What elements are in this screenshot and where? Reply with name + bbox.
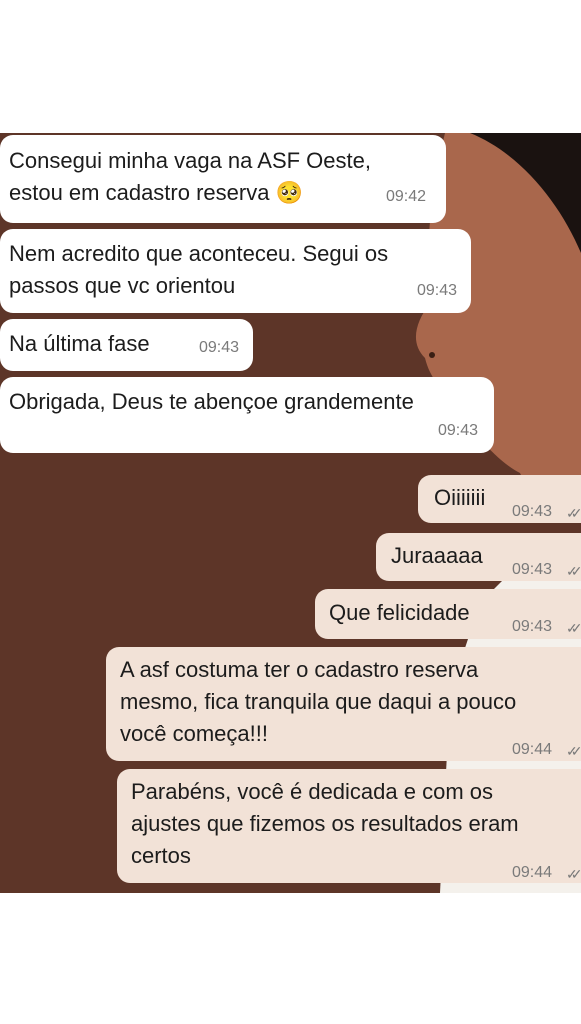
double-check-icon: ✓✓ [566,563,581,579]
message-bubble[interactable]: Juraaaaa 09:43 ✓✓ [376,533,581,581]
message-text: Obrigada, Deus te abençoe grandemente [9,389,414,414]
message-text: A asf costuma ter o cadastro reserva mes… [120,657,517,746]
message-time: 09:44 [512,741,553,758]
message-time: 09:43 [416,282,457,299]
message-text: Oiiiiiii [434,485,486,510]
message-text: Que felicidade [329,600,470,625]
message-time: 09:43 [198,339,239,356]
message-bubble[interactable]: A asf costuma ter o cadastro reserva mes… [106,647,581,761]
message-bubble[interactable]: Consegui minha vaga na ASF Oeste, estou … [0,135,446,223]
message-text: Juraaaaa [391,543,483,568]
message-time: 09:43 [512,618,553,635]
message-text: Na última fase [9,331,150,356]
message-bubble[interactable]: Oiiiiiii 09:43 ✓✓ [418,475,581,523]
message-bubble[interactable]: Nem acredito que aconteceu. Segui os pas… [0,229,471,313]
message-text: Parabéns, você é dedicada e com os ajust… [131,779,519,868]
double-check-icon: ✓✓ [566,866,581,882]
message-time: 09:42 [385,188,426,205]
message-text: Consegui minha vaga na ASF Oeste, estou … [9,148,371,205]
double-check-icon: ✓✓ [566,620,581,636]
message-bubble[interactable]: Que felicidade 09:43 ✓✓ [315,589,581,639]
message-bubble[interactable]: Na última fase 09:43 [0,319,253,371]
message-bubble[interactable]: Obrigada, Deus te abençoe grandemente 09… [0,377,494,453]
chat-area[interactable]: Consegui minha vaga na ASF Oeste, estou … [0,133,581,893]
message-bubble[interactable]: Parabéns, você é dedicada e com os ajust… [117,769,581,883]
double-check-icon: ✓✓ [566,743,581,759]
message-time: 09:44 [512,864,553,881]
message-text: Nem acredito que aconteceu. Segui os pas… [9,241,389,298]
message-time: 09:43 [437,422,478,439]
double-check-icon: ✓✓ [566,505,581,521]
message-time: 09:43 [512,561,553,578]
message-time: 09:43 [512,503,553,520]
